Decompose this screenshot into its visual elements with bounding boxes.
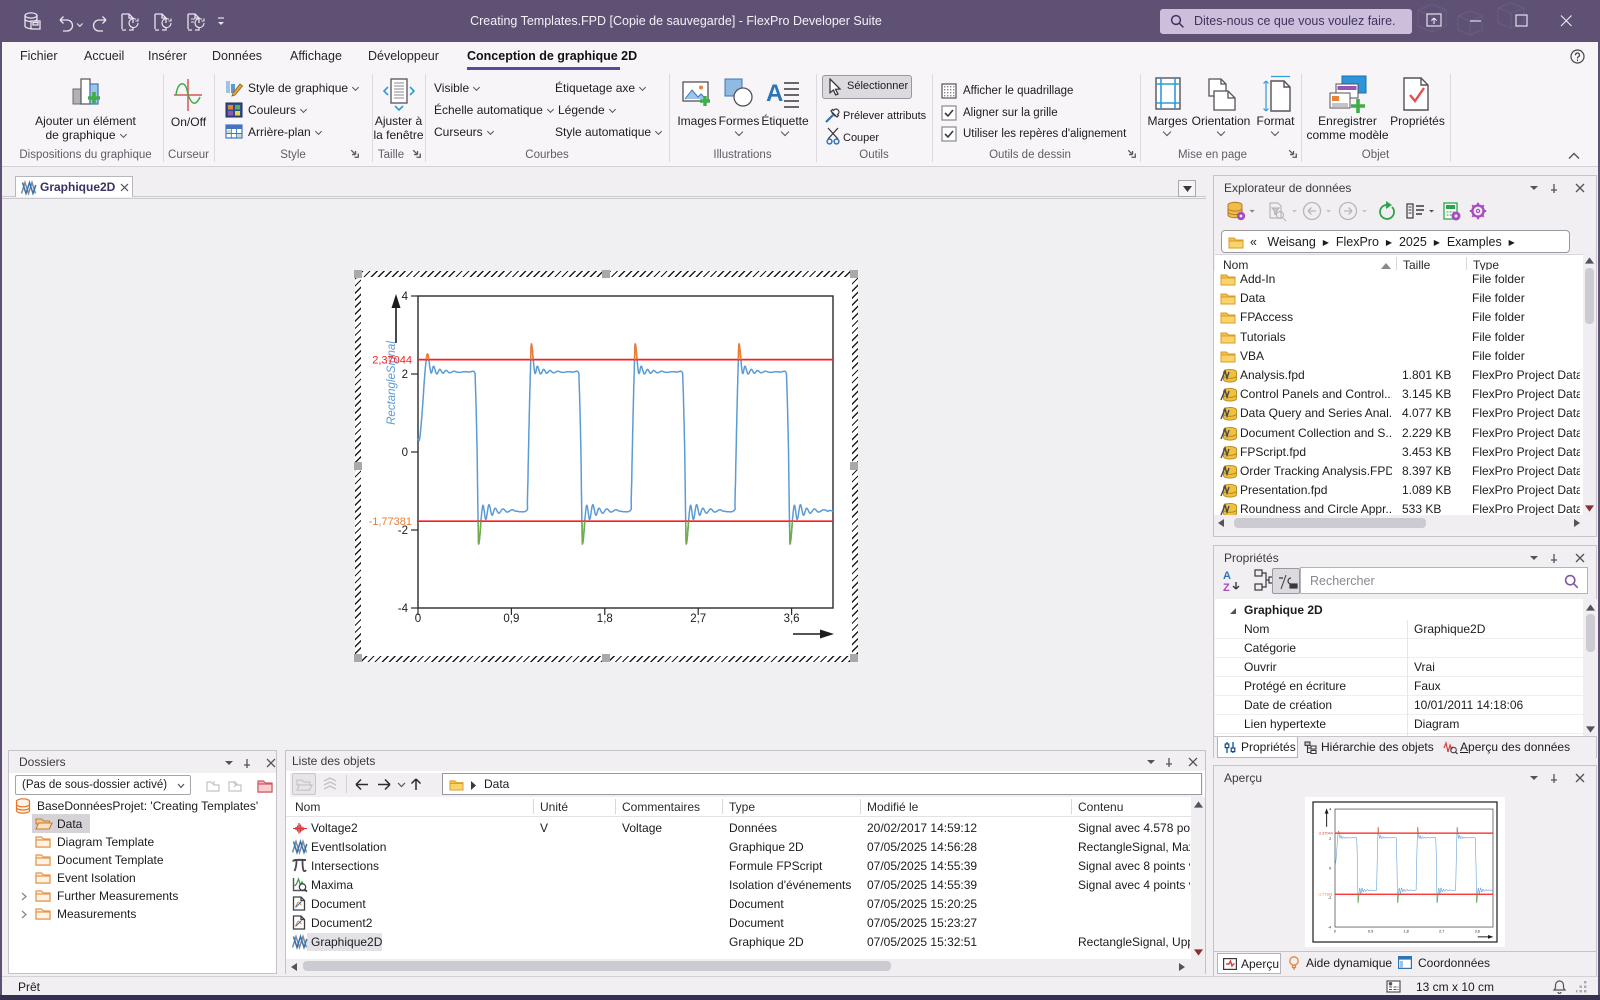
svg-text:Z: Z — [1223, 582, 1230, 594]
svg-text:RectangleSignal: RectangleSignal — [386, 341, 398, 425]
svg-text:0: 0 — [415, 613, 421, 625]
svg-text:2,37044: 2,37044 — [1319, 832, 1333, 836]
svg-text:-2: -2 — [1328, 896, 1331, 900]
svg-text:A: A — [1223, 570, 1231, 582]
svg-text:3,6: 3,6 — [784, 613, 800, 625]
svg-text:0: 0 — [1329, 867, 1331, 871]
svg-text:1,8: 1,8 — [1403, 929, 1408, 933]
svg-text:2,37044: 2,37044 — [372, 355, 412, 367]
svg-text:4: 4 — [1329, 808, 1331, 812]
svg-text:0,9: 0,9 — [503, 613, 519, 625]
svg-text:2: 2 — [1329, 837, 1331, 841]
svg-text:-1,77381: -1,77381 — [1318, 893, 1333, 897]
svg-text:-4: -4 — [1328, 926, 1331, 930]
svg-text:0,9: 0,9 — [1368, 929, 1373, 933]
svg-text:0: 0 — [1334, 929, 1336, 933]
svg-text:2: 2 — [402, 369, 408, 381]
svg-text:2,7: 2,7 — [1439, 929, 1444, 933]
svg-text:0: 0 — [402, 447, 408, 459]
svg-text:3,6: 3,6 — [1475, 929, 1480, 933]
svg-text:4: 4 — [402, 291, 409, 303]
svg-text:-1,77381: -1,77381 — [369, 516, 412, 528]
svg-text:-4: -4 — [398, 603, 409, 615]
svg-text:1,8: 1,8 — [597, 613, 613, 625]
svg-text:2,7: 2,7 — [690, 613, 706, 625]
svg-text:A: A — [766, 80, 783, 107]
